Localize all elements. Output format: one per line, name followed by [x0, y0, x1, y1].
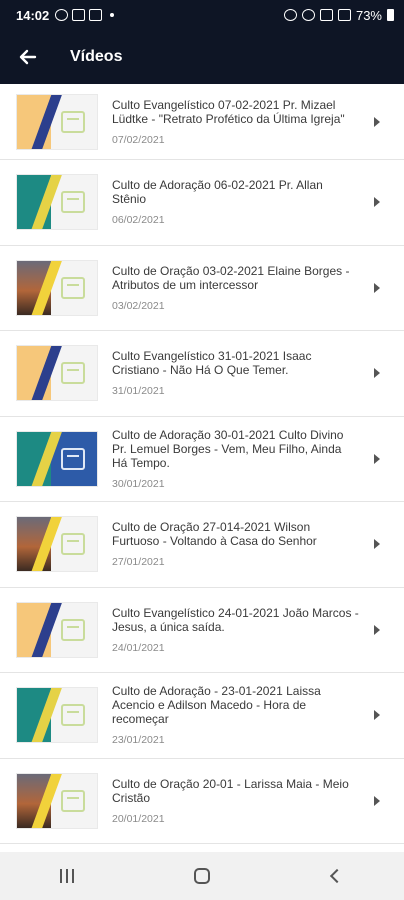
- recents-button[interactable]: [37, 856, 97, 896]
- chevron-right-icon: [374, 710, 380, 721]
- church-logo-icon: [61, 533, 85, 556]
- church-logo-icon: [61, 362, 85, 385]
- video-thumbnail: [16, 259, 98, 316]
- home-button[interactable]: [172, 856, 232, 896]
- system-icons: 73%: [283, 7, 394, 23]
- video-thumbnail: [16, 687, 98, 744]
- video-title: Culto Evangelístico 31-01-2021 Isaac Cri…: [112, 349, 312, 378]
- arrow-left-icon: [19, 49, 37, 65]
- status-time: 14:02: [16, 7, 50, 23]
- chevron-right-icon: [374, 368, 380, 379]
- video-thumbnail: [16, 345, 98, 402]
- page-title: Vídeos: [70, 48, 123, 65]
- chevron-right-icon: [374, 453, 380, 464]
- gallery-icon: [72, 9, 86, 21]
- system-nav-bar: [0, 852, 404, 900]
- video-thumbnail: [16, 601, 98, 658]
- battery-icon: [387, 9, 394, 21]
- video-info: Culto de Oração 20-01 - Larissa Maia - M…: [112, 777, 404, 825]
- chevron-right-icon: [374, 624, 380, 635]
- video-info: Culto de Oração 03-02-2021 Elaine Borges…: [112, 264, 404, 312]
- list-item[interactable]: Culto de Adoração 06-02-2021 Pr. Allan S…: [0, 160, 404, 246]
- chevron-right-icon: [374, 197, 380, 208]
- list-item[interactable]: Culto de Oração 27-014-2021 Wilson Furtu…: [0, 502, 404, 588]
- video-info: Culto de Adoração 30-01-2021 Culto Divin…: [112, 428, 404, 490]
- list-item[interactable]: Culto Evangelístico 31-01-2021 Isaac Cri…: [0, 331, 404, 417]
- nav-back-button[interactable]: [307, 856, 367, 896]
- signal-icon: [319, 9, 333, 21]
- signal-icon: [337, 9, 351, 21]
- app-bar: Vídeos: [0, 30, 404, 84]
- church-logo-icon: [61, 110, 85, 133]
- video-thumbnail: [16, 516, 98, 573]
- list-item[interactable]: Culto Evangelístico 07-02-2021 Pr. Mizae…: [0, 84, 404, 160]
- notification-icons: [55, 9, 115, 21]
- back-button[interactable]: [0, 30, 56, 84]
- video-title: Culto Evangelístico 24-01-2021 João Marc…: [112, 605, 359, 634]
- chevron-right-icon: [374, 282, 380, 293]
- video-date: 27/01/2021: [112, 556, 165, 569]
- church-logo-icon: [61, 618, 85, 641]
- status-bar: 14:02 73%: [0, 0, 404, 30]
- video-date: 06/02/2021: [112, 214, 165, 227]
- list-item[interactable]: Culto de Adoração 30-01-2021 Culto Divin…: [0, 417, 404, 502]
- list-item[interactable]: Culto de Oração 20-01 - Larissa Maia - M…: [0, 759, 404, 844]
- church-logo-icon: [61, 276, 85, 299]
- video-info: Culto de Oração 27-014-2021 Wilson Furtu…: [112, 520, 404, 568]
- back-icon: [329, 868, 344, 884]
- video-info: Culto de Adoração 06-02-2021 Pr. Allan S…: [112, 178, 404, 226]
- list-item[interactable]: Culto de Oração 03-02-2021 Elaine Borges…: [0, 246, 404, 331]
- chevron-right-icon: [374, 539, 380, 550]
- video-date: 30/01/2021: [112, 477, 165, 490]
- wifi-icon: [301, 9, 315, 21]
- chevron-right-icon: [374, 795, 380, 806]
- video-title: Culto de Oração 20-01 - Larissa Maia - M…: [112, 776, 349, 805]
- video-date: 20/01/2021: [112, 812, 165, 825]
- home-icon: [193, 868, 210, 884]
- battery-percent: 73%: [355, 7, 382, 23]
- video-date: 31/01/2021: [112, 385, 165, 398]
- video-info: Culto de Adoração - 23-01-2021 Laissa Ac…: [112, 684, 404, 746]
- video-date: 03/02/2021: [112, 299, 165, 312]
- video-thumbnail: [16, 93, 98, 150]
- church-logo-icon: [61, 447, 85, 470]
- video-thumbnail: [16, 430, 98, 487]
- video-title: Culto de Adoração - 23-01-2021 Laissa Ac…: [112, 684, 321, 727]
- video-date: 24/01/2021: [112, 641, 165, 654]
- video-title: Culto de Oração 03-02-2021 Elaine Borges…: [112, 263, 350, 292]
- video-info: Culto Evangelístico 07-02-2021 Pr. Mizae…: [112, 98, 404, 146]
- list-item[interactable]: Culto de Adoração - 23-01-2021 Laissa Ac…: [0, 673, 404, 759]
- video-info: Culto Evangelístico 24-01-2021 João Marc…: [112, 606, 404, 654]
- b-icon: [89, 9, 103, 21]
- video-title: Culto Evangelístico 07-02-2021 Pr. Mizae…: [112, 97, 345, 126]
- video-title: Culto de Adoração 30-01-2021 Culto Divin…: [112, 427, 344, 470]
- alarm-icon: [283, 9, 297, 21]
- video-date: 23/01/2021: [112, 734, 165, 747]
- video-title: Culto de Oração 27-014-2021 Wilson Furtu…: [112, 520, 317, 549]
- video-info: Culto Evangelístico 31-01-2021 Isaac Cri…: [112, 349, 404, 397]
- church-logo-icon: [61, 191, 85, 214]
- more-notifications-icon: [110, 13, 115, 17]
- recents-icon: [60, 869, 75, 883]
- video-list: Culto Evangelístico 07-02-2021 Pr. Mizae…: [0, 84, 404, 852]
- church-logo-icon: [61, 789, 85, 812]
- video-date: 07/02/2021: [112, 133, 165, 146]
- church-logo-icon: [61, 704, 85, 727]
- video-title: Culto de Adoração 06-02-2021 Pr. Allan S…: [112, 178, 323, 207]
- list-item[interactable]: Culto Evangelístico 24-01-2021 João Marc…: [0, 588, 404, 673]
- video-thumbnail: [16, 772, 98, 829]
- video-thumbnail: [16, 174, 98, 231]
- chevron-right-icon: [374, 116, 380, 127]
- whatsapp-icon: [55, 9, 69, 21]
